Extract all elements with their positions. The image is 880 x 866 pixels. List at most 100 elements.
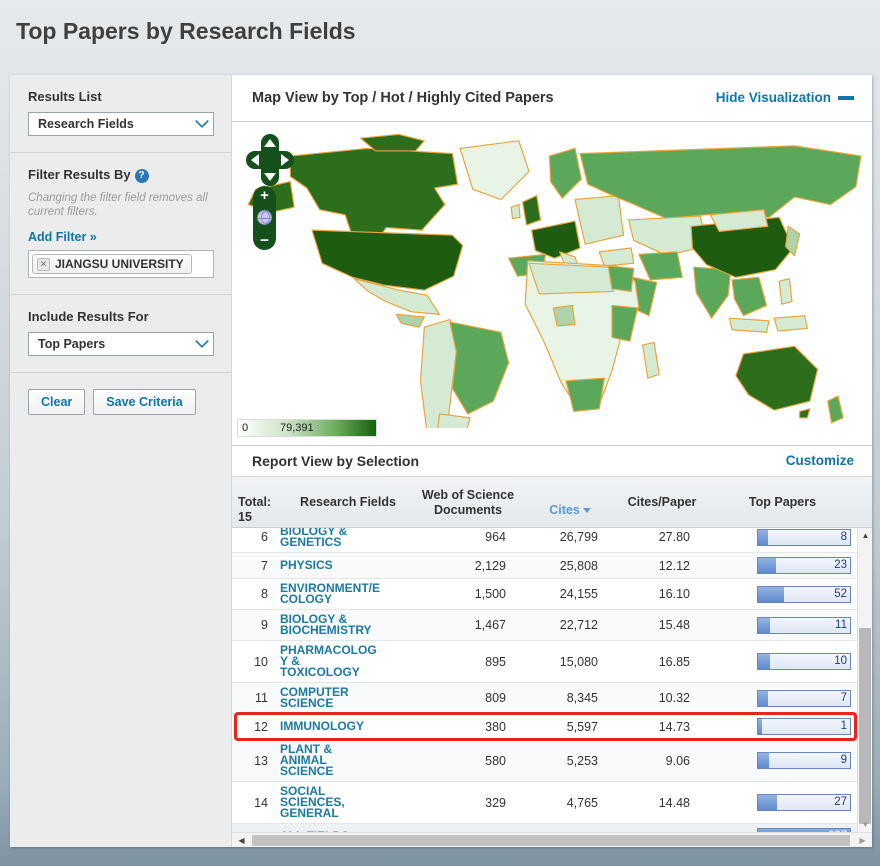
top-papers-bar-fill (758, 753, 769, 768)
cites-cell: 24,155 (520, 587, 612, 601)
column-header-cites-per-paper[interactable]: Cites/Paper (616, 495, 708, 509)
save-criteria-button[interactable]: Save Criteria (93, 389, 195, 415)
globe-icon[interactable] (257, 210, 272, 225)
zoom-out-icon[interactable]: − (260, 234, 269, 247)
customize-link[interactable]: Customize (786, 453, 854, 468)
scroll-right-icon[interactable]: ▶ (855, 833, 870, 848)
table-row: 13PLANT & ANIMAL SCIENCE5805,2539.069 (232, 740, 857, 782)
filter-tag[interactable]: ✕ JIANGSU UNIVERSITY (32, 254, 192, 274)
rank-cell: 11 (232, 691, 280, 705)
wos-documents-cell: 380 (408, 720, 520, 734)
column-header-top-papers[interactable]: Top Papers (708, 495, 857, 509)
top-papers-bar[interactable]: 23 (757, 557, 851, 574)
scroll-up-icon[interactable]: ▲ (858, 528, 872, 543)
filter-label: Filter Results By? (28, 167, 213, 183)
scroll-down-icon[interactable]: ▼ (858, 817, 872, 832)
map-pan-control[interactable] (246, 134, 294, 186)
top-papers-cell: 10 (704, 653, 857, 670)
top-papers-cell: 9 (704, 752, 857, 769)
hide-visualization-link[interactable]: Hide Visualization (716, 90, 854, 105)
top-papers-bar[interactable]: 10 (757, 653, 851, 670)
top-papers-value: 10 (834, 655, 847, 667)
horizontal-scrollbar[interactable]: ◀ ▶ (232, 832, 872, 847)
page-title: Top Papers by Research Fields (16, 18, 356, 45)
top-papers-bar[interactable]: 11 (757, 617, 851, 634)
vertical-scroll-thumb[interactable] (859, 628, 871, 824)
table-row: 11COMPUTER SCIENCE8098,34510.327 (232, 683, 857, 714)
table-row: 10PHARMACOLOG Y & TOXICOLOGY89515,08016.… (232, 641, 857, 683)
research-field-link[interactable]: PHARMACOLOG Y & TOXICOLOGY (280, 645, 408, 678)
results-list-label: Results List (28, 89, 213, 104)
include-results-section: Include Results For Top Papers (10, 295, 231, 373)
include-results-label: Include Results For (28, 309, 213, 324)
research-field-link[interactable]: SOCIAL SCIENCES, GENERAL (280, 786, 408, 819)
top-papers-bar[interactable]: 27 (757, 794, 851, 811)
top-papers-cell: 52 (704, 586, 857, 603)
wos-documents-cell: 895 (408, 655, 520, 669)
cites-per-paper-cell: 14.48 (612, 796, 704, 810)
research-field-link[interactable]: COMPUTER SCIENCE (280, 687, 408, 709)
filter-section: Filter Results By? Changing the filter f… (10, 153, 231, 295)
cites-per-paper-cell: 9.06 (612, 754, 704, 768)
rank-cell: 8 (232, 587, 280, 601)
scroll-left-icon[interactable]: ◀ (234, 833, 249, 848)
table-row: 6BIOLOGY & GENETICS96426,79927.808 (232, 528, 857, 553)
top-papers-bar-fill (758, 530, 768, 545)
rank-cell: 6 (232, 530, 280, 544)
wos-documents-cell: 1,500 (408, 587, 520, 601)
include-results-dropdown[interactable]: Top Papers (28, 332, 214, 356)
sort-descending-icon (583, 508, 591, 513)
table-body: 6BIOLOGY & GENETICS96426,79927.808 7 PHYSI… (232, 528, 872, 832)
page: Top Papers by Research Fields Results Li… (0, 0, 880, 866)
top-papers-bar-fill (758, 558, 776, 573)
top-papers-value: 1 (841, 720, 847, 732)
legend-max: 79,391 (280, 422, 314, 434)
top-papers-bar[interactable]: 1 (757, 718, 851, 735)
chevron-down-icon (195, 114, 209, 128)
horizontal-scroll-thumb[interactable] (252, 835, 850, 846)
research-field-link[interactable]: PHYSICS (280, 560, 408, 571)
column-header-research-fields[interactable]: Research Fields (284, 495, 412, 509)
top-papers-bar[interactable]: 8 (757, 529, 851, 546)
top-papers-bar[interactable]: 52 (757, 586, 851, 603)
add-filter-link[interactable]: Add Filter » (28, 230, 97, 244)
top-papers-cell: 1 (704, 718, 857, 735)
zoom-in-icon[interactable]: + (260, 189, 269, 202)
research-field-link[interactable]: BIOLOGY & GENETICS (280, 528, 408, 548)
map-region: + − 0 79,391 (232, 122, 872, 446)
top-papers-bar-fill (758, 654, 770, 669)
help-icon[interactable]: ? (135, 169, 149, 183)
research-field-link[interactable]: PLANT & ANIMAL SCIENCE (280, 744, 408, 777)
legend-min: 0 (242, 422, 248, 434)
column-header-wos-documents[interactable]: Web of Science Documents (412, 488, 524, 517)
results-list-dropdown[interactable]: Research Fields (28, 112, 214, 136)
research-field-link[interactable]: IMMUNOLOGY (280, 721, 408, 732)
top-papers-value: 27 (834, 796, 847, 808)
map-zoom-control[interactable]: + − (253, 186, 276, 250)
top-papers-bar-fill (758, 795, 777, 810)
top-papers-value: 23 (834, 559, 847, 571)
vertical-scrollbar[interactable]: ▲ ▼ (857, 528, 872, 832)
results-list-section: Results List Research Fields (10, 75, 231, 153)
column-header-cites[interactable]: Cites (524, 488, 616, 517)
top-papers-bar[interactable]: 7 (757, 690, 851, 707)
top-papers-bar-fill (758, 691, 768, 706)
clear-button[interactable]: Clear (28, 389, 85, 415)
cites-cell: 5,597 (520, 720, 612, 734)
rank-cell: 14 (232, 796, 280, 810)
sidebar: Results List Research Fields Filter Resu… (10, 75, 232, 847)
top-papers-bar[interactable]: 9 (757, 752, 851, 769)
research-field-link[interactable]: ENVIRONMENT/E COLOGY (280, 583, 408, 605)
wos-documents-cell: 809 (408, 691, 520, 705)
wos-documents-cell: 329 (408, 796, 520, 810)
cites-per-paper-cell: 10.32 (612, 691, 704, 705)
cites-per-paper-cell: 15.48 (612, 618, 704, 632)
world-map[interactable] (232, 128, 872, 428)
cites-cell: 15,080 (520, 655, 612, 669)
top-papers-cell: 11 (704, 617, 857, 634)
wos-documents-cell: 580 (408, 754, 520, 768)
chevron-down-icon (195, 334, 209, 348)
rank-cell: 9 (232, 618, 280, 632)
remove-filter-icon[interactable]: ✕ (37, 258, 50, 271)
research-field-link[interactable]: BIOLOGY & BIOCHEMISTRY (280, 614, 408, 636)
